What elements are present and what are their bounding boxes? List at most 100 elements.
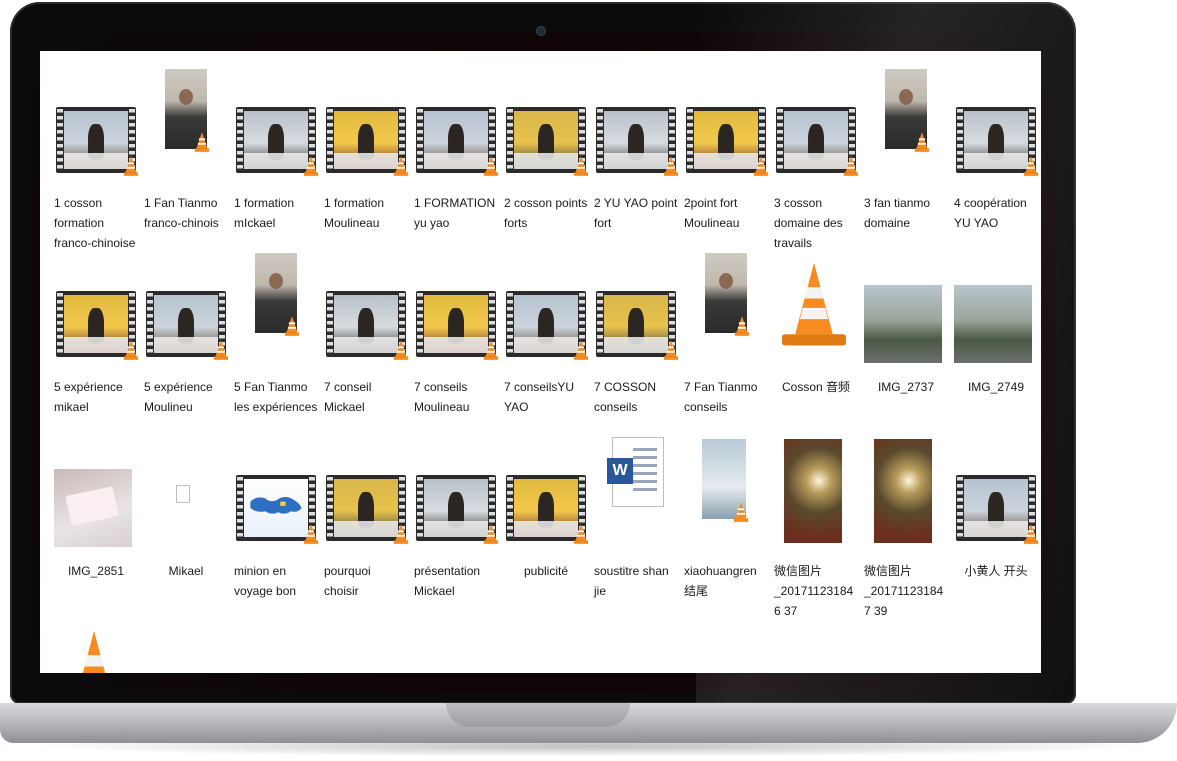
video-thumbnail xyxy=(596,107,679,176)
file-item[interactable]: 2 YU YAO point fort xyxy=(588,61,679,245)
video-thumbnail xyxy=(506,291,589,360)
file-thumbnail xyxy=(138,429,228,541)
file-item[interactable] xyxy=(48,613,138,673)
video-thumbnail xyxy=(236,107,319,176)
photo-thumbnail xyxy=(784,439,842,543)
file-name: 4 coopération YU YAO xyxy=(954,196,1027,230)
vlc-badge-icon xyxy=(284,316,300,336)
file-thumbnail xyxy=(48,613,138,673)
file-thumbnail xyxy=(678,429,768,541)
photo-thumbnail xyxy=(874,439,932,543)
file-item[interactable]: 3 fan tianmo domaine xyxy=(858,61,948,245)
file-name: 5 expérience Moulineu xyxy=(144,380,213,414)
file-thumbnail xyxy=(588,61,679,176)
file-item[interactable]: 4 coopération YU YAO xyxy=(948,61,1039,245)
file-thumbnail xyxy=(318,429,409,544)
file-item[interactable]: 7 conseilsYU YAO xyxy=(498,245,589,429)
file-name: 7 conseilsYU YAO xyxy=(504,380,575,414)
photo-thumbnail xyxy=(954,285,1032,363)
file-thumbnail xyxy=(858,245,948,363)
video-thumbnail xyxy=(506,475,589,544)
video-thumbnail xyxy=(146,291,229,360)
file-thumbnail xyxy=(408,429,499,544)
file-item[interactable]: 7 COSSON conseils xyxy=(588,245,679,429)
file-name: 3 fan tianmo domaine xyxy=(864,196,931,230)
file-thumbnail xyxy=(678,61,769,176)
video-thumbnail xyxy=(956,107,1039,176)
file-thumbnail xyxy=(228,245,318,357)
file-item[interactable]: 2point fort Moulineau xyxy=(678,61,769,245)
file-name: 5 Fan Tianmo les expériences xyxy=(234,380,318,414)
file-item[interactable]: 7 conseils Moulineau xyxy=(408,245,499,429)
file-item[interactable]: 7 conseil Mickael xyxy=(318,245,409,429)
video-thumbnail xyxy=(236,475,319,544)
file-item[interactable]: publicité xyxy=(498,429,589,613)
photo-thumbnail xyxy=(54,469,132,547)
file-item[interactable]: 5 Fan Tianmo les expériences xyxy=(228,245,318,429)
file-thumbnail xyxy=(138,61,228,173)
portrait-video-thumbnail xyxy=(255,253,300,336)
file-item[interactable]: minion en voyage bon xyxy=(228,429,319,613)
file-item[interactable]: 1 formation Moulineau xyxy=(318,61,409,245)
file-item[interactable]: 小黄人 开头 xyxy=(948,429,1039,613)
file-name: 5 expérience mikael xyxy=(54,380,123,414)
portrait-video-thumbnail xyxy=(885,69,930,152)
file-item[interactable]: 1 Fan Tianmo franco-chinois xyxy=(138,61,228,245)
file-item[interactable]: 微信图片 _201711231846 37 xyxy=(768,429,858,618)
file-name: IMG_2851 xyxy=(67,564,125,578)
file-item[interactable]: pourquoi choisir xyxy=(318,429,409,613)
file-item[interactable]: xiaohuangren 结尾 xyxy=(678,429,768,613)
video-thumbnail xyxy=(686,107,769,176)
vlc-badge-icon xyxy=(734,316,750,336)
vlc-badge-icon xyxy=(194,132,210,152)
file-thumbnail xyxy=(408,61,499,176)
file-thumbnail: W xyxy=(588,429,678,541)
file-name: 7 Fan Tianmo conseils xyxy=(684,380,758,414)
file-name: pourquoi choisir xyxy=(324,564,371,598)
file-name: Cosson 音频 xyxy=(781,380,851,394)
file-item[interactable]: 1 FORMATION yu yao xyxy=(408,61,499,245)
file-name: 1 FORMATION yu yao xyxy=(414,196,496,230)
file-thumbnail xyxy=(678,245,768,357)
file-item[interactable]: 5 expérience mikael xyxy=(48,245,139,429)
file-item[interactable]: présentation Mickael xyxy=(408,429,499,613)
file-name: xiaohuangren 结尾 xyxy=(684,564,757,598)
word-doc-icon: W xyxy=(607,437,664,507)
file-name: publicité xyxy=(523,564,569,578)
file-item[interactable]: 1 cosson formation franco-chinoise xyxy=(48,61,139,250)
file-name: 2point fort Moulineau xyxy=(684,196,740,230)
file-item[interactable]: 微信图片 _201711231847 39 xyxy=(858,429,948,618)
file-item[interactable]: Mikael xyxy=(138,429,228,613)
file-thumbnail xyxy=(408,245,499,360)
file-item[interactable]: Wsoustitre shan jie xyxy=(588,429,678,613)
file-thumbnail xyxy=(48,429,138,547)
webcam xyxy=(536,26,546,36)
file-name: 微信图片 _201711231846 37 xyxy=(774,564,854,618)
file-item[interactable]: 5 expérience Moulineu xyxy=(138,245,229,429)
file-item[interactable]: 1 formation mIckael xyxy=(228,61,319,245)
file-name: présentation Mickael xyxy=(414,564,481,598)
file-thumbnail xyxy=(498,245,589,360)
file-thumbnail xyxy=(498,429,589,544)
file-thumbnail xyxy=(858,61,948,173)
file-name: Mikael xyxy=(168,564,204,578)
file-item[interactable]: 7 Fan Tianmo conseils xyxy=(678,245,768,429)
video-thumbnail xyxy=(416,475,499,544)
file-item[interactable]: Cosson 音频 xyxy=(768,245,858,429)
video-thumbnail xyxy=(776,107,859,176)
file-item[interactable]: IMG_2737 xyxy=(858,245,948,429)
file-item[interactable]: 2 cosson points forts xyxy=(498,61,589,245)
file-item[interactable]: 3 cosson domaine des travails xyxy=(768,61,859,250)
file-name: IMG_2749 xyxy=(967,380,1025,394)
file-name: 2 YU YAO point fort xyxy=(594,196,678,230)
video-thumbnail xyxy=(56,291,139,360)
file-thumbnail xyxy=(228,429,319,544)
photo-thumbnail xyxy=(702,439,749,522)
file-thumbnail xyxy=(228,61,319,176)
file-item[interactable]: IMG_2749 xyxy=(948,245,1038,429)
video-thumbnail xyxy=(596,291,679,360)
file-item[interactable]: IMG_2851 xyxy=(48,429,138,613)
file-name: 小黄人 开头 xyxy=(964,564,1028,578)
file-thumbnail xyxy=(498,61,589,176)
file-thumbnail xyxy=(768,61,859,176)
